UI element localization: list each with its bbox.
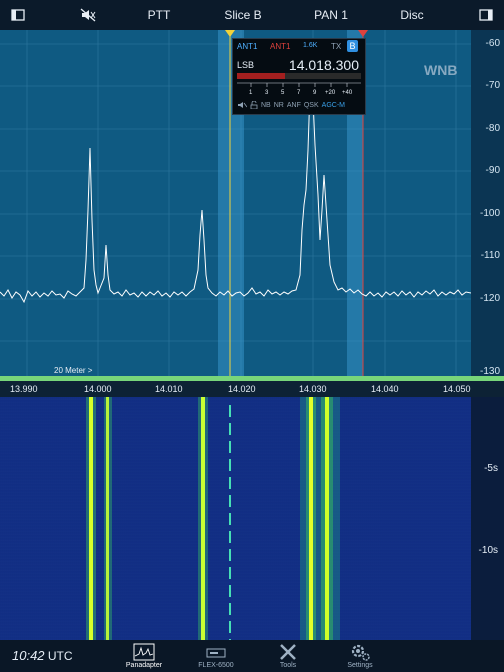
db-label: -100 [479, 208, 500, 219]
pan-selector-button[interactable]: PAN 1 [306, 0, 356, 30]
freq-tick: 14.030 [299, 384, 327, 394]
db-label: -90 [485, 165, 500, 176]
qsk-button[interactable]: QSK [304, 102, 319, 109]
slice-letter-badge[interactable]: B [347, 40, 358, 52]
ptt-button[interactable]: PTT [139, 0, 179, 30]
time-label: -5s [484, 463, 498, 474]
s-meter-tick: 5 [281, 90, 285, 96]
db-label: -110 [480, 250, 500, 261]
waterfall-time-scale [471, 397, 504, 640]
radio-icon [206, 648, 226, 658]
nr-button[interactable]: NR [274, 102, 284, 109]
tx-antenna-button[interactable]: ANT1 [270, 42, 290, 51]
tab-label: Settings [347, 662, 373, 669]
freq-tick: 14.040 [371, 384, 399, 394]
s-meter-tick: 3 [265, 90, 269, 96]
s-meter-tick: 7 [297, 90, 301, 96]
mode-button[interactable]: LSB [237, 60, 254, 70]
slice-flag[interactable]: ANT1 ANT1 1.6K TX B LSB 14.018.300 1 3 5… [232, 38, 366, 115]
tab-panadapter[interactable]: Panadapter [108, 640, 180, 672]
wnb-indicator[interactable]: WNB [424, 62, 457, 78]
gear-icon [351, 644, 370, 661]
agc-button[interactable]: AGC-M [322, 102, 345, 109]
ptt-label: PTT [147, 8, 171, 22]
rx-antenna-button[interactable]: ANT1 [237, 42, 257, 51]
sidebar-toggle-button[interactable] [6, 0, 30, 30]
disc-label: Disc [400, 8, 424, 22]
tab-label: FLEX-6500 [198, 662, 234, 669]
db-label: -60 [485, 38, 500, 49]
band-selector-label[interactable]: 20 Meter > [54, 366, 92, 375]
db-label: -120 [479, 293, 500, 304]
utc-time: 10:42 [12, 648, 45, 663]
s-meter-tick: 9 [313, 90, 317, 96]
expand-button[interactable] [474, 0, 498, 30]
freq-tick: 14.000 [84, 384, 112, 394]
utc-label: UTC [47, 649, 73, 663]
freq-tick: 14.050 [443, 384, 471, 394]
tab-label: Tools [279, 662, 297, 669]
waterfall[interactable]: -5s -10s [0, 397, 504, 640]
utc-clock: 10:42 UTC [12, 648, 73, 663]
pan-label: PAN 1 [314, 8, 348, 22]
speaker-muted-icon[interactable] [237, 101, 247, 109]
speaker-muted-icon [80, 8, 96, 22]
panel-right-icon [479, 9, 493, 21]
tab-radio[interactable]: FLEX-6500 [180, 640, 252, 672]
freq-tick: 14.020 [228, 384, 256, 394]
s-meter-tick: +20 [325, 90, 336, 96]
frequency-axis[interactable]: 13.990 14.000 14.010 14.020 14.030 14.04… [0, 381, 504, 397]
frequency-display[interactable]: 14.018.300 [289, 57, 359, 73]
sidebar-icon [11, 9, 25, 21]
freq-tick: 13.990 [10, 384, 38, 394]
db-label: -80 [485, 123, 500, 134]
db-label: -130 [479, 366, 500, 376]
filter-width-button[interactable]: 1.6K [303, 42, 317, 49]
waterfall-signals [86, 397, 340, 640]
tools-icon [280, 644, 296, 660]
disconnect-button[interactable]: Disc [392, 0, 432, 30]
bottom-tab-bar: 10:42 UTC Panadapter FLEX-6500 Tools Set… [0, 640, 504, 672]
tx-button[interactable]: TX [331, 42, 341, 51]
db-label: -70 [485, 80, 500, 91]
tab-tools[interactable]: Tools [252, 640, 324, 672]
slice-label: Slice B [224, 8, 262, 22]
s-meter-tick: 1 [249, 90, 253, 96]
mute-button[interactable] [74, 0, 102, 30]
top-bar: PTT Slice B PAN 1 Disc [0, 0, 504, 30]
time-label: -10s [478, 545, 498, 556]
freq-tick: 14.010 [155, 384, 183, 394]
nb-button[interactable]: NB [261, 102, 271, 109]
slice-selector-button[interactable]: Slice B [218, 0, 268, 30]
anf-button[interactable]: ANF [287, 102, 301, 109]
tab-label: Panadapter [125, 662, 163, 669]
s-meter-tick: +40 [342, 90, 353, 96]
panadapter-icon [133, 643, 155, 661]
tab-settings[interactable]: Settings [324, 640, 396, 672]
lock-icon[interactable] [250, 101, 258, 109]
